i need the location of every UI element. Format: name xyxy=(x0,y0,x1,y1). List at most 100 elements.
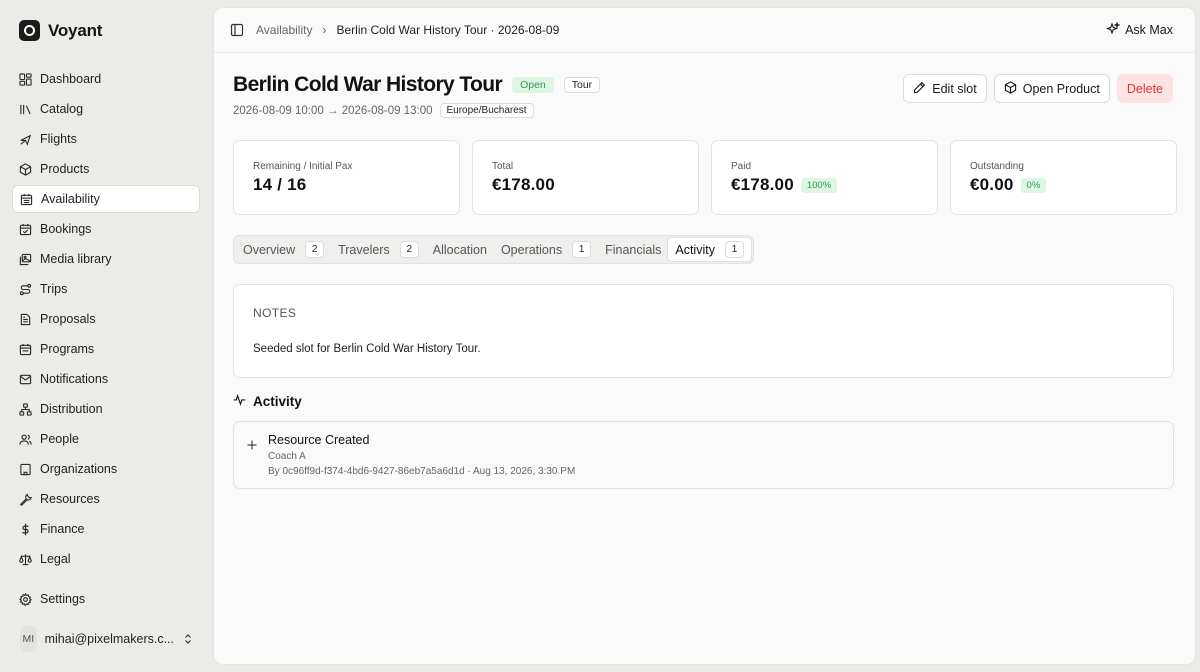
user-menu[interactable]: MI mihai@pixelmakers.c... xyxy=(12,624,200,654)
sidebar-item-settings[interactable]: Settings xyxy=(12,585,200,613)
sidebar-item-label: Resources xyxy=(40,492,100,506)
sidebar-nav: Dashboard Catalog Flights Products Avail… xyxy=(12,65,200,575)
sidebar-item-programs[interactable]: Programs xyxy=(12,335,200,363)
sidebar-item-bookings[interactable]: Bookings xyxy=(12,215,200,243)
user-email: mihai@pixelmakers.c... xyxy=(44,632,174,646)
sidebar-toggle-icon[interactable] xyxy=(230,23,244,37)
file-text-icon xyxy=(19,313,32,326)
activity-meta: By 0c96ff9d-f374-4bd6-9427-86eb7a5a6d1d … xyxy=(268,466,576,477)
tab-activity[interactable]: Activity 1 xyxy=(668,238,751,261)
stat-label: Paid xyxy=(731,161,752,172)
tab-overview[interactable]: Overview 2 xyxy=(236,238,331,261)
activity-heading: Activity xyxy=(233,393,302,409)
sidebar-item-label: People xyxy=(40,432,79,446)
tab-label: Operations xyxy=(500,242,563,257)
route-icon xyxy=(19,283,32,296)
sidebar-item-media-library[interactable]: Media library xyxy=(12,245,200,273)
chevron-up-down-icon xyxy=(182,633,194,645)
status-badge: Open xyxy=(512,77,554,93)
sidebar-item-label: Trips xyxy=(40,282,68,296)
stat-label: Total xyxy=(492,161,514,172)
brand-logo-icon xyxy=(19,20,40,41)
sidebar-item-label: Proposals xyxy=(40,312,96,326)
sidebar-item-label: Media library xyxy=(40,252,112,266)
sidebar-item-notifications[interactable]: Notifications xyxy=(12,365,200,393)
edit-slot-label: Edit slot xyxy=(932,81,977,96)
package-icon xyxy=(1004,80,1017,97)
stat-value: €0.00 xyxy=(970,175,1014,194)
sidebar-item-finance[interactable]: Finance xyxy=(12,515,200,543)
percent-badge: 100% xyxy=(800,177,838,193)
mail-icon xyxy=(19,373,32,386)
timezone-badge: Europe/Bucharest xyxy=(439,103,534,118)
page-header: Berlin Cold War History Tour Open Tour 2… xyxy=(233,73,601,118)
users-icon xyxy=(19,433,32,446)
sidebar-item-availability[interactable]: Availability xyxy=(12,185,200,213)
stat-card-paid: Paid €178.00 100% xyxy=(711,140,938,215)
activity-pulse-icon xyxy=(233,393,246,409)
sidebar: Voyant Dashboard Catalog Flights Product… xyxy=(0,0,212,672)
tab-label: Financials xyxy=(605,242,662,257)
stat-card-pax: Remaining / Initial Pax 14 / 16 xyxy=(233,140,460,215)
tab-travelers[interactable]: Travelers 2 xyxy=(331,238,426,261)
sidebar-item-organizations[interactable]: Organizations xyxy=(12,455,200,483)
edit-slot-button[interactable]: Edit slot xyxy=(903,74,987,103)
sidebar-item-label: Bookings xyxy=(40,222,92,236)
tab-count: 1 xyxy=(724,241,744,258)
tab-label: Allocation xyxy=(432,242,487,257)
breadcrumb-availability[interactable]: Availability xyxy=(256,23,312,37)
tab-count: 1 xyxy=(572,241,592,258)
stat-card-outstanding: Outstanding €0.00 0% xyxy=(950,140,1177,215)
stat-value: €178.00 xyxy=(492,175,555,194)
tab-label: Activity xyxy=(675,242,715,257)
sidebar-item-people[interactable]: People xyxy=(12,425,200,453)
package-icon xyxy=(19,162,32,176)
sidebar-item-legal[interactable]: Legal xyxy=(12,545,200,573)
sidebar-item-resources[interactable]: Resources xyxy=(12,485,200,513)
sidebar-item-trips[interactable]: Trips xyxy=(12,275,200,303)
sparkles-icon xyxy=(1105,20,1121,39)
images-icon xyxy=(19,253,32,266)
tab-operations[interactable]: Operations 1 xyxy=(494,238,598,261)
tab-bar: Overview 2 Travelers 2 Allocation Operat… xyxy=(233,235,754,264)
sidebar-item-proposals[interactable]: Proposals xyxy=(12,305,200,333)
tab-allocation[interactable]: Allocation xyxy=(426,238,494,261)
breadcrumb-current: Berlin Cold War History Tour · 2026-08-0… xyxy=(336,23,560,37)
activity-heading-label: Activity xyxy=(253,393,302,409)
page-title: Berlin Cold War History Tour xyxy=(233,73,503,96)
stat-value: 14 / 16 xyxy=(253,175,307,194)
pencil-icon xyxy=(913,81,926,97)
sidebar-item-label: Legal xyxy=(40,552,71,566)
tab-financials[interactable]: Financials xyxy=(598,238,668,261)
stats-row: Remaining / Initial Pax 14 / 16 Total €1… xyxy=(233,140,1177,215)
brand[interactable]: Voyant xyxy=(19,20,102,41)
sidebar-item-distribution[interactable]: Distribution xyxy=(12,395,200,423)
dollar-icon xyxy=(19,523,32,536)
sidebar-item-label: Notifications xyxy=(40,372,109,386)
topbar: Availability › Berlin Cold War History T… xyxy=(214,8,1195,53)
sidebar-item-label: Flights xyxy=(40,132,77,146)
sidebar-item-dashboard[interactable]: Dashboard xyxy=(12,65,200,93)
tab-count: 2 xyxy=(305,241,325,258)
sidebar-item-label: Programs xyxy=(40,342,95,356)
delete-button[interactable]: Delete xyxy=(1116,74,1173,103)
sidebar-item-label: Catalog xyxy=(40,102,84,116)
open-product-button[interactable]: Open Product xyxy=(993,74,1110,103)
type-badge: Tour xyxy=(563,77,601,93)
tab-count: 2 xyxy=(399,241,419,258)
plane-icon xyxy=(19,133,32,146)
ask-max-button[interactable]: Ask Max xyxy=(1105,20,1173,39)
sidebar-item-catalog[interactable]: Catalog xyxy=(12,95,200,123)
activity-title: Resource Created xyxy=(268,433,370,447)
building-icon xyxy=(19,463,32,476)
sidebar-item-flights[interactable]: Flights xyxy=(12,125,200,153)
brand-name: Voyant xyxy=(48,20,103,40)
stat-label: Remaining / Initial Pax xyxy=(253,161,353,172)
sidebar-item-label: Dashboard xyxy=(40,72,102,86)
breadcrumb-separator: › xyxy=(322,23,327,37)
activity-subtitle: Coach A xyxy=(268,451,306,462)
calendar-check-icon xyxy=(19,223,32,236)
scale-icon xyxy=(19,553,32,566)
time-range: 2026-08-09 10:00 → 2026-08-09 13:00 xyxy=(233,104,433,117)
sidebar-item-products[interactable]: Products xyxy=(12,155,200,183)
